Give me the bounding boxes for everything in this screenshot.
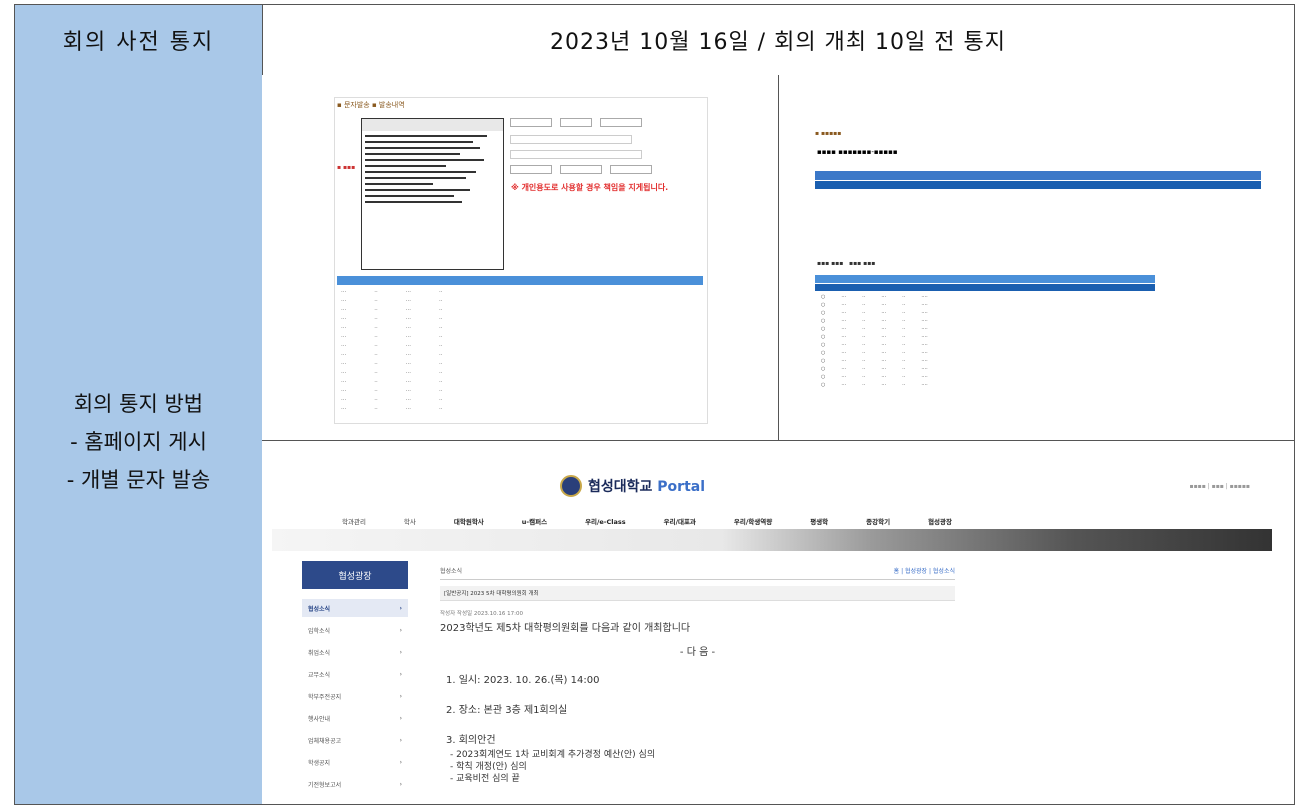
sidebar-item[interactable]: 기전형보고서 › bbox=[302, 775, 408, 793]
row-label-notice: 회의 사전 통지 bbox=[15, 5, 263, 76]
result-list-header bbox=[815, 275, 1155, 283]
notice-center: - 다 음 - bbox=[679, 647, 716, 658]
table-row: ○ ··· ·· ··· ·· ···· bbox=[821, 302, 928, 308]
portal-brand: 협성대학교 bbox=[588, 479, 653, 495]
breadcrumb: 협성소식 홈 | 협성광장 | 협성소식 bbox=[440, 561, 955, 580]
notice-item-date: 1. 일시: 2023. 10. 26.(목) 14:00 bbox=[446, 675, 600, 686]
sidebar-item[interactable]: 업체채용공고 › bbox=[302, 731, 408, 749]
sidebar-item[interactable]: 협성소식 › bbox=[302, 599, 408, 617]
list-item: ··· ·· ··· ·· bbox=[341, 388, 443, 394]
nav-item[interactable]: 우리/학생역량 bbox=[734, 516, 772, 526]
agenda-item: - 학칙 개정(안) 심의 bbox=[450, 762, 527, 772]
notice-body: 2023학년도 제5차 대학평의원회를 다음과 같이 개최합니다 - 다 음 -… bbox=[440, 621, 955, 785]
sidebar-item[interactable]: 교무소식 › bbox=[302, 665, 408, 683]
portal-util-links: ▪▪▪▪ | ▪▪▪ | ▪▪▪▪▪ bbox=[1189, 483, 1250, 490]
method-sms: - 개별 문자 발송 bbox=[66, 468, 211, 492]
notice-item-agenda: 3. 회의안건 bbox=[446, 735, 496, 746]
result-window-title: ▪ ▪▪▪▪▪ bbox=[815, 130, 842, 137]
portal-notice-screenshot: 협성대학교 Portal ▪▪▪▪ | ▪▪▪ | ▪▪▪▪▪ 학과관리 학사 … bbox=[262, 441, 1294, 804]
result-header-bar bbox=[815, 171, 1261, 180]
list-item: ··· ·· ··· ·· bbox=[341, 289, 443, 295]
portal-brand-suffix: Portal bbox=[657, 479, 706, 495]
list-item: ··· ·· ··· ·· bbox=[341, 316, 443, 322]
list-item: ··· ·· ··· ·· bbox=[341, 379, 443, 385]
method-text: 회의 통지 방법 - 홈페이지 게시 - 개별 문자 발송 bbox=[15, 385, 262, 499]
sidebar-item[interactable]: 입학소식 › bbox=[302, 621, 408, 639]
result-list-label: ▪▪▪ ▪▪▪ ▪▪▪ ▪▪▪ bbox=[817, 260, 876, 267]
sms-list-header bbox=[337, 276, 703, 285]
method-homepage: - 홈페이지 게시 bbox=[70, 430, 207, 454]
nav-item[interactable]: 학과관리 bbox=[342, 516, 366, 526]
sms-side-label: ▪ ▪▪▪ bbox=[337, 164, 356, 171]
sms-window: ▪ 문자발송 ▪ 발송내역 ▪ ▪▪▪ ※ 개인용도로 사용할 경우 책임을 지… bbox=[334, 97, 708, 424]
notice-intro: 2023학년도 제5차 대학평의원회를 다음과 같이 개최합니다 bbox=[440, 623, 691, 634]
nav-item[interactable]: 학사 bbox=[404, 516, 416, 526]
sidebar-item[interactable]: 학생공지 › bbox=[302, 753, 408, 771]
sidebar-title: 협성광장 bbox=[302, 561, 408, 589]
sms-result-window: ▪ ▪▪▪▪▪ ▪▪▪▪ ▪▪▪▪▪▪▪-▪▪▪▪▪ ▪▪▪ ▪▪▪ ▪▪▪ ▪… bbox=[815, 130, 1261, 390]
sidebar-item[interactable]: 행사안내 › bbox=[302, 709, 408, 727]
table-row: ○ ··· ·· ··· ·· ···· bbox=[821, 342, 928, 348]
sms-warning: ※ 개인용도로 사용할 경우 책임을 지게됩니다. bbox=[511, 183, 669, 192]
nav-item[interactable]: 협성광장 bbox=[928, 516, 952, 526]
table-row: ○ ··· ·· ··· ·· ···· bbox=[821, 318, 928, 324]
list-item: ··· ·· ··· ·· bbox=[341, 370, 443, 376]
university-seal-icon bbox=[560, 475, 582, 497]
list-item: ··· ·· ··· ·· bbox=[341, 343, 443, 349]
result-selected-row bbox=[815, 181, 1261, 189]
list-item: ··· ·· ··· ·· bbox=[341, 307, 443, 313]
notice-item-place: 2. 장소: 본관 3층 제1회의실 bbox=[446, 705, 568, 716]
portal-nav: 학과관리 학사 대학원학사 u-캠퍼스 우리/e-Class 우리/대포과 우리… bbox=[342, 516, 952, 526]
sidebar-item[interactable]: 취업소식 › bbox=[302, 643, 408, 661]
table-row: ○ ··· ·· ··· ·· ···· bbox=[821, 374, 928, 380]
table-row: ○ ··· ·· ··· ·· ···· bbox=[821, 334, 928, 340]
notice-content: 협성소식 홈 | 협성광장 | 협성소식 [일반공지] 2023 5차 대학평의원… bbox=[440, 561, 955, 785]
sms-window-tabs: ▪ 문자발송 ▪ 발송내역 bbox=[337, 101, 405, 109]
table-row: ○ ··· ·· ··· ·· ···· bbox=[821, 382, 928, 388]
portal-banner bbox=[272, 529, 1272, 551]
notice-date: 2023년 10월 16일 / 회의 개최 10일 전 통지 bbox=[262, 5, 1294, 76]
sms-result-screenshot: ▪ ▪▪▪▪▪ ▪▪▪▪ ▪▪▪▪▪▪▪-▪▪▪▪▪ ▪▪▪ ▪▪▪ ▪▪▪ ▪… bbox=[779, 75, 1294, 441]
portal-logo: 협성대학교 Portal bbox=[560, 475, 705, 497]
sms-program-screenshot: ▪ 문자발송 ▪ 발송내역 ▪ ▪▪▪ ※ 개인용도로 사용할 경우 책임을 지… bbox=[262, 75, 779, 441]
nav-item[interactable]: 대학원학사 bbox=[454, 516, 484, 526]
nav-item[interactable]: 우리/대포과 bbox=[664, 516, 696, 526]
document-table: 회의 사전 통지 2023년 10월 16일 / 회의 개최 10일 전 통지 … bbox=[14, 4, 1295, 805]
row-label-method: 회의 통지 방법 - 홈페이지 게시 - 개별 문자 발송 bbox=[15, 75, 263, 804]
nav-item[interactable]: u-캠퍼스 bbox=[522, 516, 547, 526]
list-item: ··· ·· ··· ·· bbox=[341, 361, 443, 367]
nav-item[interactable]: 종강학기 bbox=[866, 516, 890, 526]
list-item: ··· ·· ··· ·· bbox=[341, 352, 443, 358]
method-title: 회의 통지 방법 bbox=[73, 392, 204, 416]
table-row: ○ ··· ·· ··· ·· ···· bbox=[821, 358, 928, 364]
table-row: ○ ··· ·· ··· ·· ···· bbox=[821, 350, 928, 356]
result-window-subtitle: ▪▪▪▪ ▪▪▪▪▪▪▪-▪▪▪▪▪ bbox=[817, 148, 898, 156]
sms-message-preview bbox=[361, 118, 504, 270]
breadcrumb-path: 홈 | 협성광장 | 협성소식 bbox=[893, 567, 955, 575]
table-row: ○ ··· ·· ··· ·· ···· bbox=[821, 366, 928, 372]
table-row: ○ ··· ·· ··· ·· ···· bbox=[821, 310, 928, 316]
result-list-selected bbox=[815, 284, 1155, 291]
list-item: ··· ·· ··· ·· bbox=[341, 334, 443, 340]
list-item: ··· ·· ··· ·· bbox=[341, 298, 443, 304]
list-item: ··· ·· ··· ·· bbox=[341, 406, 443, 412]
notice-meta: 작성자 작성일 2023.10.16 17:00 bbox=[440, 611, 523, 617]
sidebar-item[interactable]: 학부주전공지 › bbox=[302, 687, 408, 705]
list-item: ··· ·· ··· ·· bbox=[341, 325, 443, 331]
nav-item[interactable]: 우리/e-Class bbox=[585, 516, 626, 526]
notice-subject: [일반공지] 2023 5차 대학평의원회 개최 bbox=[440, 586, 955, 601]
nav-item[interactable]: 평생학 bbox=[810, 516, 828, 526]
list-item: ··· ·· ··· ·· bbox=[341, 397, 443, 403]
table-row: ○ ··· ·· ··· ·· ···· bbox=[821, 326, 928, 332]
sms-form bbox=[510, 118, 700, 174]
agenda-item: - 교육비전 심의 끝 bbox=[450, 774, 520, 784]
table-row: ○ ··· ·· ··· ·· ···· bbox=[821, 294, 928, 300]
agenda-item: - 2023회계연도 1차 교비회계 추가경정 예산(안) 심의 bbox=[450, 750, 656, 760]
